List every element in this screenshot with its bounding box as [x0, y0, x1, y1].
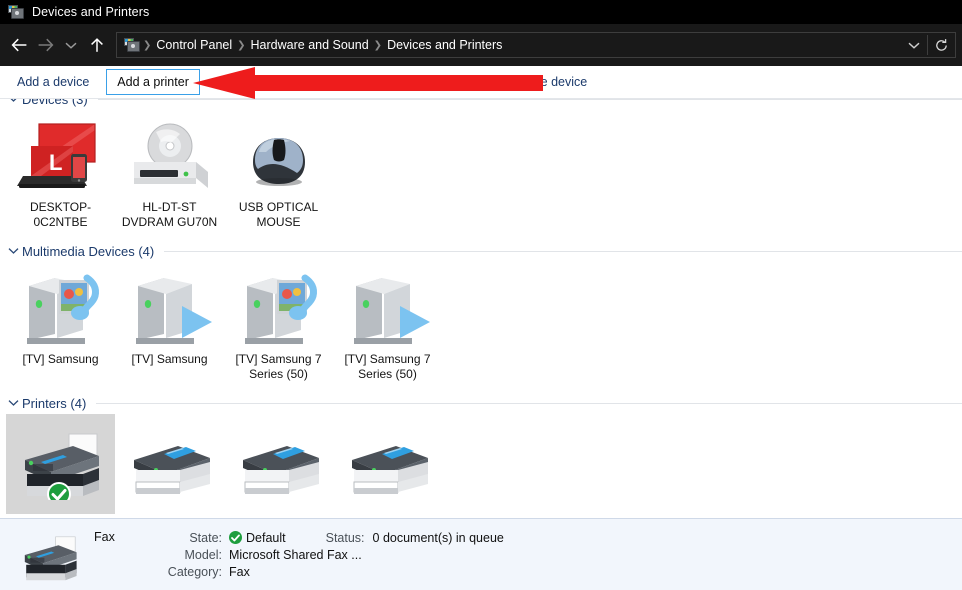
- group-title-multimedia: Multimedia Devices (4): [22, 243, 155, 259]
- status-state-text: Default: [246, 530, 286, 545]
- breadcrumb-item-hardware-and-sound[interactable]: Hardware and Sound: [247, 38, 373, 52]
- chevron-down-icon[interactable]: [6, 244, 20, 258]
- breadcrumb-item-control-panel[interactable]: Control Panel: [152, 38, 236, 52]
- tiles-printers: [0, 414, 962, 514]
- device-tile-desktop[interactable]: L DESKTOP-0C2NTBE: [6, 110, 115, 232]
- breadcrumb: ❯ Control Panel ❯ Hardware and Sound ❯ D…: [117, 38, 900, 52]
- printer-tile-1[interactable]: [115, 414, 224, 514]
- device-tile-dvd-drive[interactable]: HL-DT-ST DVDRAM GU70N: [115, 110, 224, 232]
- group-devices: Devices (3) L DESKTOP-0C2NTBE HL-DT-ST D…: [0, 88, 962, 232]
- command-toolbar: Add a device Add a printer See what's pr…: [0, 66, 962, 99]
- address-bar-buttons: [900, 33, 955, 57]
- forward-button[interactable]: [32, 31, 58, 59]
- items-view[interactable]: Devices (3) L DESKTOP-0C2NTBE HL-DT-ST D…: [0, 88, 962, 518]
- media-tile-1[interactable]: [TV] Samsung: [115, 262, 224, 384]
- status-row-category: Category: Fax: [160, 563, 504, 580]
- fax-icon: [11, 420, 111, 500]
- status-device-name: Fax: [94, 530, 115, 544]
- breadcrumb-devices-icon[interactable]: [124, 38, 140, 52]
- svg-text:L: L: [49, 150, 62, 175]
- see-what-is-printing-button[interactable]: See what's printing: [206, 69, 333, 95]
- window-title: Devices and Printers: [32, 5, 150, 19]
- printer-tile-2[interactable]: [224, 414, 333, 514]
- media-device-play-icon: [120, 268, 220, 348]
- status-fields: Fax State: Default Status: 0 document(s)…: [94, 529, 504, 580]
- fax-icon: [14, 527, 86, 583]
- refresh-button[interactable]: [928, 33, 955, 57]
- printer-tile-3[interactable]: [333, 414, 442, 514]
- remove-device-button[interactable]: Remove device: [490, 69, 598, 95]
- breadcrumb-separator-0: ❯: [143, 39, 152, 51]
- status-row-state: State: Default Status: 0 document(s) in …: [160, 529, 504, 546]
- group-separator-line: [96, 402, 962, 404]
- tiles-devices: L DESKTOP-0C2NTBE HL-DT-ST DVDRAM GU70N …: [0, 110, 962, 232]
- group-header-multimedia[interactable]: Multimedia Devices (4): [0, 240, 962, 262]
- media-device-play-icon: [338, 268, 438, 348]
- devices-and-printers-window: Devices and Printers ❯ Control Panel ❯ H…: [0, 0, 962, 590]
- media-tile-2[interactable]: [TV] Samsung 7 Series (50): [224, 262, 333, 384]
- device-tile-mouse[interactable]: USB OPTICAL MOUSE: [224, 110, 333, 232]
- media-tile-0[interactable]: [TV] Samsung: [6, 262, 115, 384]
- chevron-down-icon[interactable]: [6, 396, 20, 410]
- mouse-icon: [229, 116, 329, 196]
- status-model-key: Model:: [184, 547, 222, 562]
- media-tile-3[interactable]: [TV] Samsung 7 Series (50): [333, 262, 442, 384]
- status-state-value: Default: [229, 531, 286, 545]
- up-button[interactable]: [84, 31, 110, 59]
- status-model-value: Microsoft Shared Fax ...: [229, 547, 362, 562]
- recent-locations-button[interactable]: [58, 31, 84, 59]
- address-bar[interactable]: ❯ Control Panel ❯ Hardware and Sound ❯ D…: [116, 32, 956, 58]
- device-label: DESKTOP-0C2NTBE: [29, 200, 92, 229]
- dvd-drive-icon: [120, 116, 220, 196]
- green-check-icon: [229, 531, 242, 544]
- back-button[interactable]: [6, 31, 32, 59]
- printer-icon: [120, 420, 220, 500]
- printer-icon: [229, 420, 329, 500]
- devices-and-printers-icon: [8, 5, 24, 19]
- status-row-model: Model: Microsoft Shared Fax ...: [160, 546, 504, 563]
- status-bar: Fax State: Default Status: 0 document(s)…: [0, 518, 962, 590]
- device-label: HL-DT-ST DVDRAM GU70N: [121, 200, 218, 229]
- breadcrumb-separator-1: ❯: [237, 39, 246, 51]
- media-label: [TV] Samsung 7 Series (50): [344, 352, 431, 381]
- status-state-key: State:: [189, 530, 222, 545]
- status-status-value: 0 document(s) in queue: [372, 530, 504, 545]
- group-multimedia-devices: Multimedia Devices (4) [TV] Samsung [TV]…: [0, 240, 962, 384]
- media-label: [TV] Samsung: [131, 352, 208, 366]
- status-category-key: Category:: [167, 564, 222, 579]
- group-printers: Printers (4): [0, 392, 962, 514]
- title-bar: Devices and Printers: [0, 0, 962, 24]
- media-label: [TV] Samsung 7 Series (50): [235, 352, 322, 381]
- add-a-device-button[interactable]: Add a device: [6, 69, 100, 95]
- status-status-key: Status:: [325, 530, 365, 545]
- tiles-multimedia: [TV] Samsung [TV] Samsung [TV] Samsung 7…: [0, 262, 962, 384]
- media-label: [TV] Samsung: [22, 352, 99, 366]
- history-dropdown-button[interactable]: [900, 33, 927, 57]
- breadcrumb-item-devices-and-printers[interactable]: Devices and Printers: [383, 38, 506, 52]
- printer-tile-fax[interactable]: [6, 414, 115, 514]
- group-separator-line: [164, 250, 962, 252]
- computer-icon: L: [11, 116, 111, 196]
- media-device-music-icon: [229, 268, 329, 348]
- breadcrumb-separator-2: ❯: [373, 39, 383, 51]
- add-a-printer-button[interactable]: Add a printer: [106, 69, 200, 95]
- device-label: USB OPTICAL MOUSE: [238, 200, 319, 229]
- group-title-printers: Printers (4): [22, 395, 87, 411]
- print-server-properties-button[interactable]: Print server properties: [339, 69, 484, 95]
- status-detail-columns: State: Default Status: 0 document(s) in …: [160, 529, 504, 580]
- status-category-value: Fax: [229, 564, 250, 579]
- media-device-music-icon: [11, 268, 111, 348]
- printer-icon: [338, 420, 438, 500]
- group-header-printers[interactable]: Printers (4): [0, 392, 962, 414]
- navigation-bar: ❯ Control Panel ❯ Hardware and Sound ❯ D…: [0, 24, 962, 66]
